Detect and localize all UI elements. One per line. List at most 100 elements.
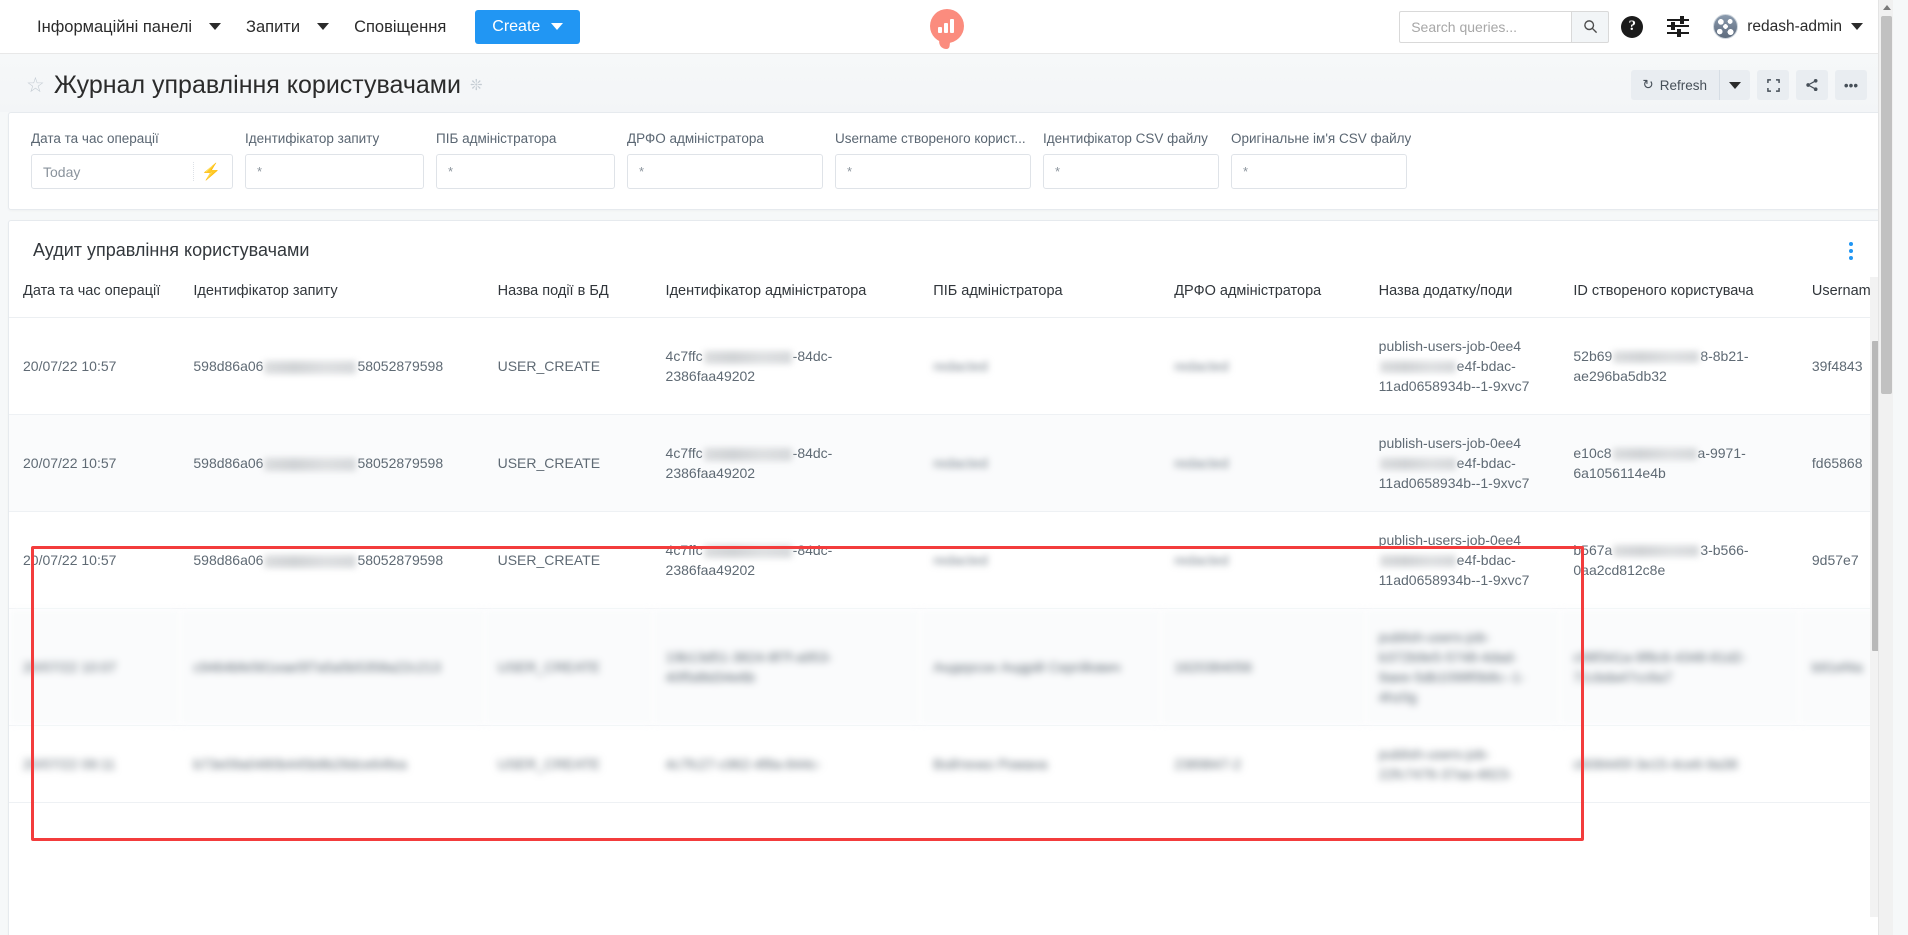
cell-admin-name: Андерсон Андрій Сергійович (919, 608, 1161, 726)
cell-request-id: 598d86a06 58052879598 (179, 317, 484, 415)
scroll-up-arrow-icon[interactable] (1879, 0, 1894, 15)
search-icon[interactable] (1571, 10, 1610, 43)
date-range-input[interactable]: Today ⚡ (31, 154, 233, 189)
page-header: ☆ Журнал управління користувачами ❊ ↻ Re… (0, 54, 1893, 112)
cell-event: USER_CREATE (483, 414, 652, 512)
col-admin-drfo[interactable]: ДРФО адміністратора (1160, 277, 1365, 318)
request-id-input[interactable]: * (245, 154, 424, 189)
nav-queries-chevron-down-icon[interactable] (311, 18, 343, 36)
csv-original-name-input[interactable]: * (1231, 154, 1407, 189)
nav-item-dashboards[interactable]: Інформаційні панелі (26, 0, 203, 54)
filter-admin-name: ПІБ адміністратора * (436, 131, 615, 189)
admin-drfo-input[interactable]: * (627, 154, 823, 189)
page-scrollbar-thumb[interactable] (1881, 16, 1892, 394)
filter-label: Ідентифікатор запиту (245, 131, 380, 146)
nav-right-group: ? redash-admin (1399, 0, 1871, 54)
search-group (1399, 10, 1610, 43)
share-icon[interactable] (1796, 70, 1828, 100)
cell-datetime: 20/07/22 10:57 (9, 414, 180, 512)
cell-admin-drfo: redacted (1160, 511, 1365, 609)
refresh-label: Refresh (1659, 77, 1707, 93)
nav-dashboards-chevron-down-icon[interactable] (203, 18, 235, 36)
cell-request-id: b73e09a0480b445b8b28dce64fea (179, 725, 484, 803)
header-actions: ↻ Refresh ••• (1631, 70, 1867, 100)
filter-created-username: Username створеного корист... * (835, 131, 1031, 189)
filter-csv-original-name: Оригінальне ім'я CSV файлу * (1231, 131, 1411, 189)
cell-datetime: 20/07/22 09:11 (9, 725, 180, 803)
table-row[interactable]: 20/07/22 10:57 598d86a06 58052879598 USER… (9, 414, 1884, 512)
nav-item-alerts[interactable]: Сповіщення (343, 0, 457, 54)
user-name-label: redash-admin (1747, 17, 1842, 35)
page-root: Інформаційні панелі Запити Сповіщення Cr… (0, 0, 1893, 935)
dashboard-gear-icon: ❊ (469, 77, 483, 94)
col-admin-name[interactable]: ПІБ адміністратора (919, 277, 1161, 318)
top-navbar: Інформаційні панелі Запити Сповіщення Cr… (0, 0, 1893, 54)
cell-admin-id: 4c7ffc -84dc-2386faa49202 (651, 511, 920, 609)
cell-admin-name: redacted (919, 414, 1161, 512)
filter-csv-id: Ідентифікатор CSV файлу * (1043, 131, 1219, 189)
filter-value: * (257, 164, 263, 179)
help-icon[interactable]: ? (1609, 0, 1655, 54)
cell-event: USER_CREATE (483, 608, 652, 726)
admin-name-input[interactable]: * (436, 154, 615, 189)
favorite-star-icon[interactable]: ☆ (26, 75, 45, 96)
avatar (1713, 14, 1739, 39)
col-app-pod-name[interactable]: Назва додатку/поди (1364, 277, 1560, 318)
refresh-button-group: ↻ Refresh (1631, 70, 1750, 100)
redash-logo[interactable] (924, 3, 970, 49)
cell-request-id: 598d86a06 58052879598 (179, 414, 484, 512)
settings-sliders-icon[interactable] (1655, 0, 1701, 54)
cell-admin-name: redacted (919, 511, 1161, 609)
nav-item-queries[interactable]: Запити (235, 0, 311, 54)
cell-datetime: 20/07/22 10:57 (9, 511, 180, 609)
cell-datetime: 20/07/22 10:07 (9, 608, 180, 726)
table-row[interactable]: 20/07/22 10:57 598d86a06 58052879598 USER… (9, 317, 1884, 415)
user-chevron-down-icon (1851, 23, 1863, 30)
col-created-user-id[interactable]: ID створеного користувача (1559, 277, 1798, 318)
filter-label: Дата та час операції (31, 131, 159, 146)
filter-label: ДРФО адміністратора (627, 131, 764, 146)
col-db-event-name[interactable]: Назва події в БД (483, 277, 652, 318)
page-title: Журнал управління користувачами (53, 70, 461, 99)
filter-value: * (448, 164, 454, 179)
fullscreen-icon[interactable] (1757, 70, 1789, 100)
nav-links: Інформаційні панелі Запити Сповіщення Cr… (26, 0, 581, 54)
page-vertical-scrollbar[interactable] (1878, 0, 1893, 935)
col-operation-datetime[interactable]: Дата та час операції (9, 277, 180, 318)
cell-created-user-id: c98f341a-9f8c6-4348-81d2-71cbda47cc6a7 (1559, 608, 1798, 726)
table-row[interactable]: 20/07/22 10:07 c9464bfe561eae5f7a5a5b535… (9, 608, 1884, 726)
dynamic-date-bolt-icon[interactable]: ⚡ (201, 162, 221, 182)
cell-admin-id: 19b13d51-3824-8f7f-a953-40f5d8d34e6b (651, 608, 920, 726)
filter-value: * (1055, 164, 1061, 179)
table-row[interactable]: 20/07/22 10:57 598d86a06 58052879598 USER… (9, 511, 1884, 609)
refresh-dropdown-chevron-down-icon[interactable] (1719, 70, 1750, 100)
table-header-row: Дата та час операції Ідентифікатор запит… (9, 277, 1884, 318)
filter-admin-drfo: ДРФО адміністратора * (627, 131, 823, 189)
cell-app-name: publish-users-job-0ee4e4f-bdac-11ad06589… (1364, 317, 1560, 415)
user-menu[interactable]: redash-admin (1701, 14, 1871, 39)
create-button[interactable]: Create (475, 9, 581, 44)
cell-app-name: publish-users-job-b372b9e5-5748-4dad-9ae… (1364, 608, 1560, 726)
more-options-icon[interactable]: ••• (1835, 70, 1867, 100)
widget-kebab-icon[interactable] (1842, 240, 1860, 262)
filter-label: Username створеного корист... (835, 131, 1026, 146)
cell-app-name: publish-users-job-0ee4e4f-bdac-11ad06589… (1364, 511, 1560, 609)
cell-datetime: 20/07/22 10:57 (9, 317, 180, 415)
logo-bars-icon (937, 19, 957, 33)
cell-admin-drfo: redacted (1160, 317, 1365, 415)
table-header: Дата та час операції Ідентифікатор запит… (9, 277, 1884, 318)
cell-admin-id: 4c7ffc -84dc-2386faa49202 (651, 414, 920, 512)
created-username-input[interactable]: * (835, 154, 1031, 189)
create-chevron-down-icon (551, 23, 564, 30)
filter-operation-datetime: Дата та час операції Today ⚡ (31, 131, 233, 189)
col-admin-id[interactable]: Ідентифікатор адміністратора (651, 277, 920, 318)
filter-label: Ідентифікатор CSV файлу (1043, 131, 1208, 146)
cell-admin-drfo: redacted (1160, 414, 1365, 512)
csv-id-input[interactable]: * (1043, 154, 1219, 189)
search-input[interactable] (1399, 10, 1572, 43)
table-row[interactable]: 20/07/22 09:11 b73e09a0480b445b8b28dce64… (9, 725, 1884, 803)
refresh-button[interactable]: ↻ Refresh (1631, 70, 1719, 100)
filters-panel: Дата та час операції Today ⚡ Ідентифікат… (8, 112, 1885, 210)
cell-request-id: 598d86a06 58052879598 (179, 511, 484, 609)
col-request-id[interactable]: Ідентифікатор запиту (179, 277, 484, 318)
